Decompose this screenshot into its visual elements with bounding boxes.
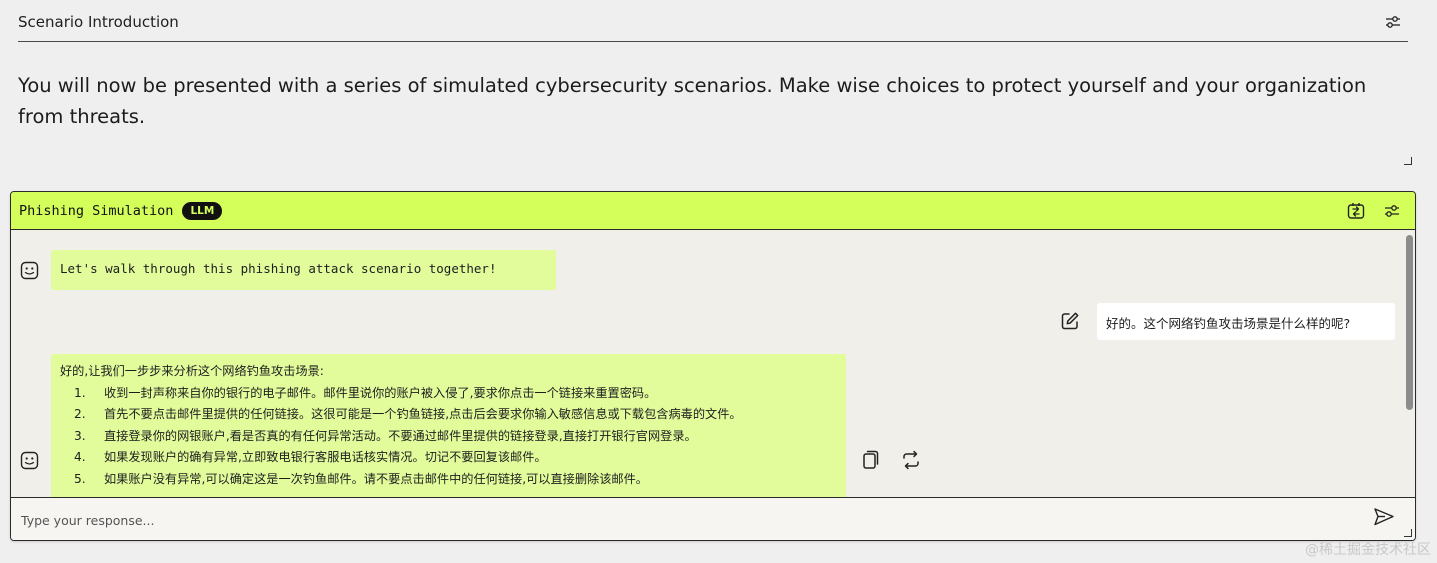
list-item: 4. 如果发现账户的确有异常,立即致电银行客服电话核实情况。切记不要回复该邮件。 xyxy=(74,450,547,464)
assistant-message: Let's walk through this phishing attack … xyxy=(51,250,556,290)
sliders-icon[interactable] xyxy=(1382,11,1404,33)
message-text: 好的。这个网络钓鱼攻击场景是什么样的呢? xyxy=(1106,316,1351,331)
llm-badge: LLM xyxy=(182,201,223,220)
send-icon[interactable] xyxy=(1373,507,1395,531)
robot-face-icon xyxy=(19,450,39,470)
resize-handle[interactable] xyxy=(1404,157,1412,165)
intro-header: Scenario Introduction xyxy=(18,0,1408,42)
list-item: 2. 首先不要点击邮件里提供的任何链接。这很可能是一个钓鱼链接,点击后会要求你输入… xyxy=(74,407,742,421)
edit-icon[interactable] xyxy=(1060,311,1080,331)
user-message: 好的。这个网络钓鱼攻击场景是什么样的呢? xyxy=(1097,303,1395,340)
chat-area[interactable]: Let's walk through this phishing attack … xyxy=(11,230,1415,497)
input-bar xyxy=(11,497,1415,540)
copy-icon[interactable] xyxy=(861,450,881,470)
panel-sliders-icon[interactable] xyxy=(1381,200,1403,222)
swap-icon[interactable] xyxy=(1345,200,1367,222)
list-item: 1. 收到一封声称来自你的银行的电子邮件。邮件里说你的账户被入侵了,要求你点击一个… xyxy=(74,385,657,400)
message-intro: 好的,让我们一步步来分析这个网络钓鱼攻击场景: xyxy=(60,364,324,378)
panel-title: Phishing Simulation xyxy=(19,202,174,219)
intro-description: You will now be presented with a series … xyxy=(18,74,1367,128)
response-input[interactable] xyxy=(19,506,1363,534)
watermark: @稀土掘金技术社区 xyxy=(1305,542,1431,558)
page: Scenario Introduction You will now be pr… xyxy=(0,0,1437,563)
chat-scrollbar[interactable] xyxy=(1406,235,1413,410)
regenerate-icon[interactable] xyxy=(901,450,921,470)
assistant-message: 好的,让我们一步步来分析这个网络钓鱼攻击场景: 1. 收到一封声称来自你的银行的电… xyxy=(51,354,846,497)
phishing-simulation-panel: Phishing Simulation LLM Let's walk throu… xyxy=(10,191,1416,541)
list-item: 5. 如果账户没有异常,可以确定这是一次钓鱼邮件。请不要点击邮件中的任何链接,可以… xyxy=(74,471,648,486)
list-item: 3. 直接登录你的网银账户,看是否真的有任何异常活动。不要通过邮件里提供的链接登录… xyxy=(74,428,697,443)
header-actions xyxy=(1345,200,1403,222)
panel-resize-handle[interactable] xyxy=(1404,529,1412,537)
intro-title: Scenario Introduction xyxy=(18,12,179,31)
robot-face-icon xyxy=(19,260,39,280)
panel-header: Phishing Simulation LLM xyxy=(11,192,1415,230)
step-list: 1. 收到一封声称来自你的银行的电子邮件。邮件里说你的账户被入侵了,要求你点击一个… xyxy=(60,383,837,491)
message-text: Let's walk through this phishing attack … xyxy=(60,261,497,276)
